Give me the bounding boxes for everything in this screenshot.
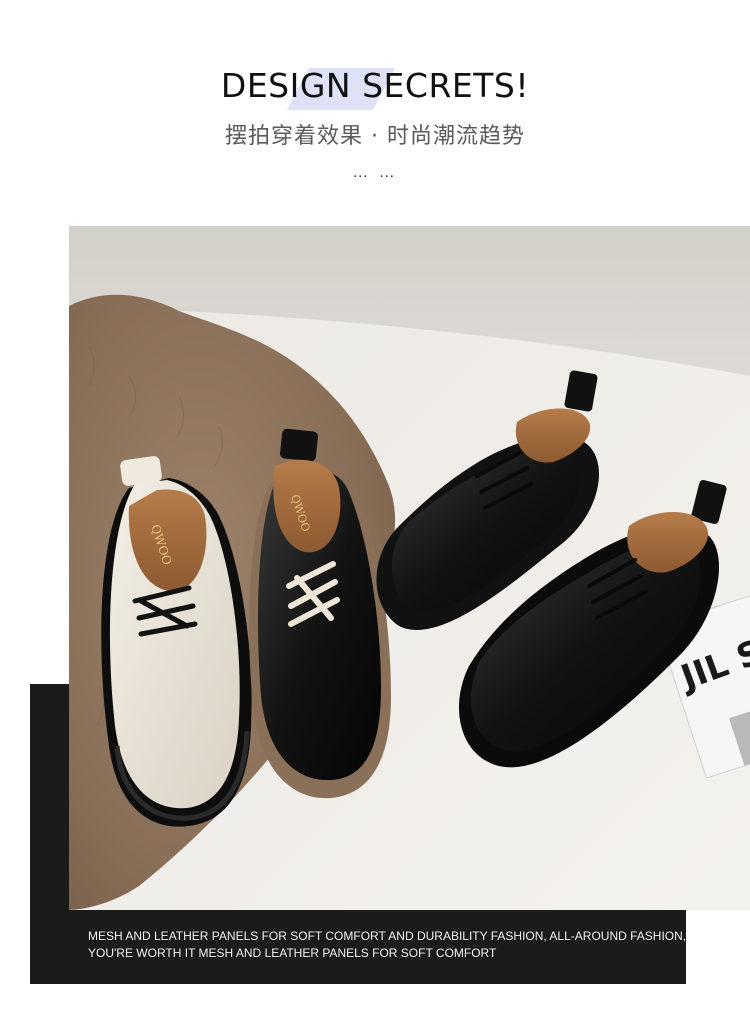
subtitle: 摆拍穿着效果 · 时尚潮流趋势: [0, 118, 750, 150]
subtitle-separator: ·: [371, 124, 379, 149]
header: DESIGN SECRETS! 摆拍穿着效果 · 时尚潮流趋势 … …: [0, 0, 750, 220]
subtitle-right: 时尚潮流趋势: [387, 124, 526, 149]
caption-line-1: MESH AND LEATHER PANELS FOR SOFT COMFORT…: [88, 929, 686, 943]
page-title: DESIGN SECRETS!: [220, 66, 530, 105]
subtitle-left: 摆拍穿着效果: [224, 124, 363, 149]
ellipsis-decoration: … …: [352, 164, 398, 181]
caption-line-2: YOU'RE WORTH IT MESH AND LEATHER PANELS …: [88, 946, 497, 960]
caption: MESH AND LEATHER PANELS FOR SOFT COMFORT…: [88, 928, 686, 962]
product-photo-illustration: JIL SA QWOO QWOO: [69, 226, 750, 910]
product-photo: JIL SA QWOO QWOO: [69, 226, 750, 910]
